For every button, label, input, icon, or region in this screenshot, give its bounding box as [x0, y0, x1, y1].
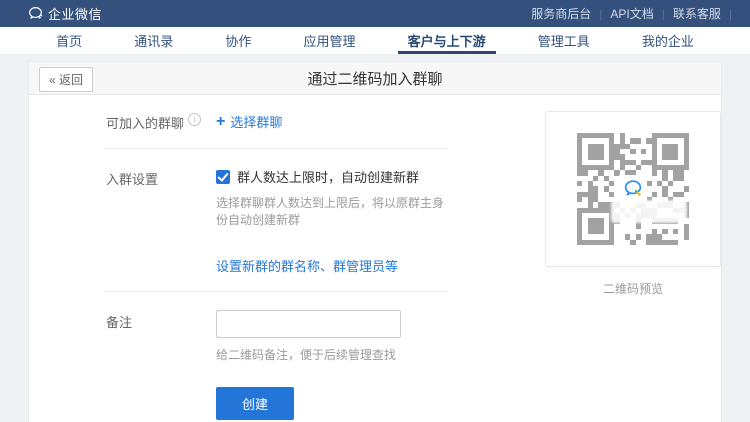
- qr-caption: 二维码预览: [603, 280, 663, 297]
- remark-helper-text: 给二维码备注，便于后续管理查找: [216, 346, 401, 363]
- new-group-settings-link[interactable]: 设置新群的群名称、群管理员等: [216, 256, 398, 275]
- separator: |: [729, 7, 732, 21]
- create-button[interactable]: 创建: [216, 387, 294, 420]
- nav-item[interactable]: 客户与上下游: [404, 27, 490, 54]
- panel-header: « 返回 通过二维码加入群聊: [29, 62, 721, 95]
- remark-row: 备注 给二维码备注，便于后续管理查找 创建: [106, 310, 448, 420]
- main-nav: 首页 通讯录 协作 应用管理 客户与上下游 管理工具 我的企业: [0, 27, 750, 55]
- page: « 返回 通过二维码加入群聊 可加入的群聊 i + 选择群聊: [0, 55, 750, 422]
- nav-item[interactable]: 通讯录: [130, 27, 177, 54]
- remark-control: 给二维码备注，便于后续管理查找 创建: [216, 310, 401, 420]
- nav-item[interactable]: 应用管理: [299, 27, 359, 54]
- separator: |: [662, 7, 665, 21]
- plus-icon: +: [216, 113, 225, 131]
- join-settings-control: 群人数达上限时，自动创建新群 选择群聊群人数达到上限后，将以原群主身份自动创建新…: [216, 167, 448, 275]
- select-group-link-label: 选择群聊: [230, 112, 282, 131]
- topbar-link[interactable]: API文档: [610, 5, 653, 22]
- info-icon[interactable]: i: [188, 113, 201, 126]
- remark-input[interactable]: [216, 310, 401, 338]
- nav-item[interactable]: 协作: [221, 27, 255, 54]
- form: 可加入的群聊 i + 选择群聊 入群设置 群人数达上限时，自动创建新群: [106, 111, 448, 420]
- qr-code-image: [577, 133, 689, 245]
- qr-preview: 二维码预览: [545, 111, 721, 420]
- topbar: 企业微信 服务商后台 | API文档 | 联系客服 |: [0, 0, 750, 27]
- select-group-link[interactable]: + 选择群聊: [216, 111, 282, 132]
- divider: [106, 148, 448, 149]
- topbar-links: 服务商后台 | API文档 | 联系客服 |: [531, 5, 740, 22]
- wechat-work-logo-icon: [28, 6, 43, 21]
- remark-label: 备注: [106, 310, 216, 420]
- topbar-link[interactable]: 联系客服: [673, 5, 721, 22]
- brand-name: 企业微信: [48, 4, 102, 23]
- auto-create-group-checkbox-label[interactable]: 群人数达上限时，自动创建新群: [237, 167, 419, 186]
- topbar-link[interactable]: 服务商后台: [531, 5, 591, 22]
- join-settings-helper-text: 选择群聊群人数达到上限后，将以原群主身份自动创建新群: [216, 194, 448, 228]
- auto-create-group-option: 群人数达上限时，自动创建新群: [216, 167, 448, 186]
- join-settings-row: 入群设置 群人数达上限时，自动创建新群 选择群聊群人数达到上限后，将以原群主身份…: [106, 167, 448, 275]
- back-button[interactable]: « 返回: [39, 67, 93, 92]
- nav-item[interactable]: 管理工具: [534, 27, 594, 54]
- divider: [106, 291, 448, 292]
- page-title: 通过二维码加入群聊: [307, 68, 442, 89]
- brand[interactable]: 企业微信: [28, 4, 102, 23]
- panel-body: 可加入的群聊 i + 选择群聊 入群设置 群人数达上限时，自动创建新群: [29, 95, 721, 420]
- separator: |: [599, 7, 602, 21]
- join-settings-label: 入群设置: [106, 167, 216, 275]
- qr-watermark-blur: [611, 200, 687, 222]
- joinable-group-label: 可加入的群聊 i: [106, 111, 216, 132]
- content-panel: « 返回 通过二维码加入群聊 可加入的群聊 i + 选择群聊: [28, 61, 722, 422]
- joinable-group-label-text: 可加入的群聊: [106, 113, 184, 132]
- auto-create-group-checkbox[interactable]: [216, 170, 230, 184]
- nav-item[interactable]: 首页: [52, 27, 86, 54]
- nav-item[interactable]: 我的企业: [638, 27, 698, 54]
- wechat-work-qr-center-icon: [619, 175, 647, 203]
- joinable-group-row: 可加入的群聊 i + 选择群聊: [106, 111, 448, 132]
- qr-card: [545, 111, 721, 267]
